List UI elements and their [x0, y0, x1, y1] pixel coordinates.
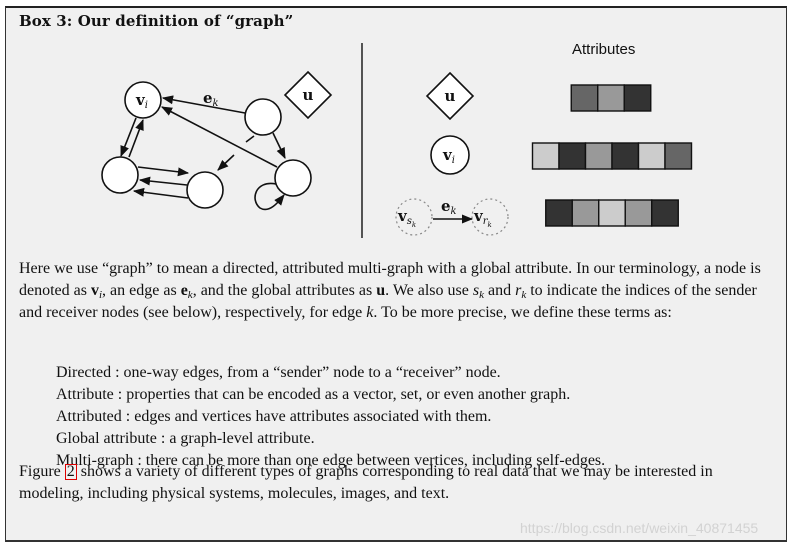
definition-separator: :	[156, 430, 170, 447]
definition-separator: :	[121, 408, 135, 425]
graph-figure: vi ek u u vi vsk ek vrk	[101, 43, 693, 238]
intro-text-c: , and the global attributes as	[192, 282, 377, 299]
definition-item: Attributed : edges and vertices have att…	[56, 406, 605, 428]
node-middle	[186, 171, 224, 209]
attribute-bars	[531, 84, 693, 227]
edge-left-to-middle	[137, 166, 190, 177]
closing-paragraph: Figure 2 shows a variety of different ty…	[19, 461, 779, 505]
attribute-cell	[570, 84, 599, 112]
edge-middle-to-left-1	[138, 176, 188, 186]
attribute-cell	[623, 84, 652, 112]
attribute-cell	[651, 199, 679, 227]
definition-term: Attributed	[56, 408, 122, 425]
intro-text-d: . We also use	[385, 282, 473, 299]
edge-dangling-stub	[245, 135, 255, 143]
intro-paragraph: Here we use “graph” to mean a directed, …	[19, 258, 779, 324]
sym-ek: e	[180, 282, 188, 299]
global-u-label: u	[303, 86, 314, 104]
definition-text: edges and vertices have attributes assoc…	[134, 408, 492, 425]
edge-middle-to-left-2	[132, 187, 189, 199]
attribute-cell	[611, 142, 640, 170]
sym-u: u	[376, 282, 386, 299]
edge-dangling-to-middle	[217, 154, 235, 171]
edge-vi-to-left	[120, 117, 137, 158]
node-right	[274, 159, 312, 197]
attribute-cell	[597, 84, 625, 112]
edge-topright-to-right	[272, 132, 286, 160]
legend-u-label: u	[445, 87, 456, 105]
definition-separator: :	[111, 364, 124, 381]
attribute-cell	[571, 199, 600, 227]
definition-term: Directed	[56, 364, 112, 381]
watermark: https://blog.csdn.net/weixin_40871455	[520, 520, 759, 536]
attribute-cell	[624, 199, 653, 227]
edge-ek-label: ek	[203, 89, 219, 109]
attribute-cell	[637, 142, 666, 170]
definition-item: Attribute : properties that can be encod…	[56, 384, 605, 406]
definition-term: Attribute	[56, 386, 114, 403]
closing-text-b: shows a variety of different types of gr…	[19, 463, 713, 502]
sym-vi: v	[90, 282, 99, 299]
definition-separator: :	[113, 386, 127, 403]
node-top-right	[244, 98, 282, 136]
definition-text: properties that can be encoded as a vect…	[126, 386, 571, 403]
definitions-list: Directed : one-way edges, from a “sender…	[56, 362, 605, 472]
closing-text-a: Figure	[19, 463, 65, 480]
legend-receiver-label: vrk	[473, 207, 492, 229]
intro-text-e: and	[483, 282, 516, 299]
legend-sender-label: vsk	[397, 207, 416, 229]
intro-text-b: , an edge as	[102, 282, 181, 299]
attribute-cell	[531, 142, 560, 170]
attributes-header: Attributes	[572, 41, 636, 58]
attribute-cell	[598, 199, 626, 227]
definition-text: a graph-level attribute.	[169, 430, 315, 447]
figure-2-link[interactable]: 2	[64, 464, 77, 480]
definition-text: one-way edges, from a “sender” node to a…	[123, 364, 501, 381]
definition-item: Global attribute : a graph-level attribu…	[56, 428, 605, 450]
node-left	[101, 156, 139, 194]
legend-edge-label: ek	[441, 197, 457, 217]
attribute-cell	[584, 142, 613, 170]
definition-term: Global attribute	[56, 430, 157, 447]
intro-text-g: . To be more precise, we define these te…	[373, 304, 672, 321]
attribute-cell	[664, 142, 693, 170]
attribute-cell	[558, 142, 587, 170]
definition-item: Directed : one-way edges, from a “sender…	[56, 362, 605, 384]
edge-left-to-vi	[128, 118, 144, 158]
attribute-cell	[545, 199, 573, 227]
